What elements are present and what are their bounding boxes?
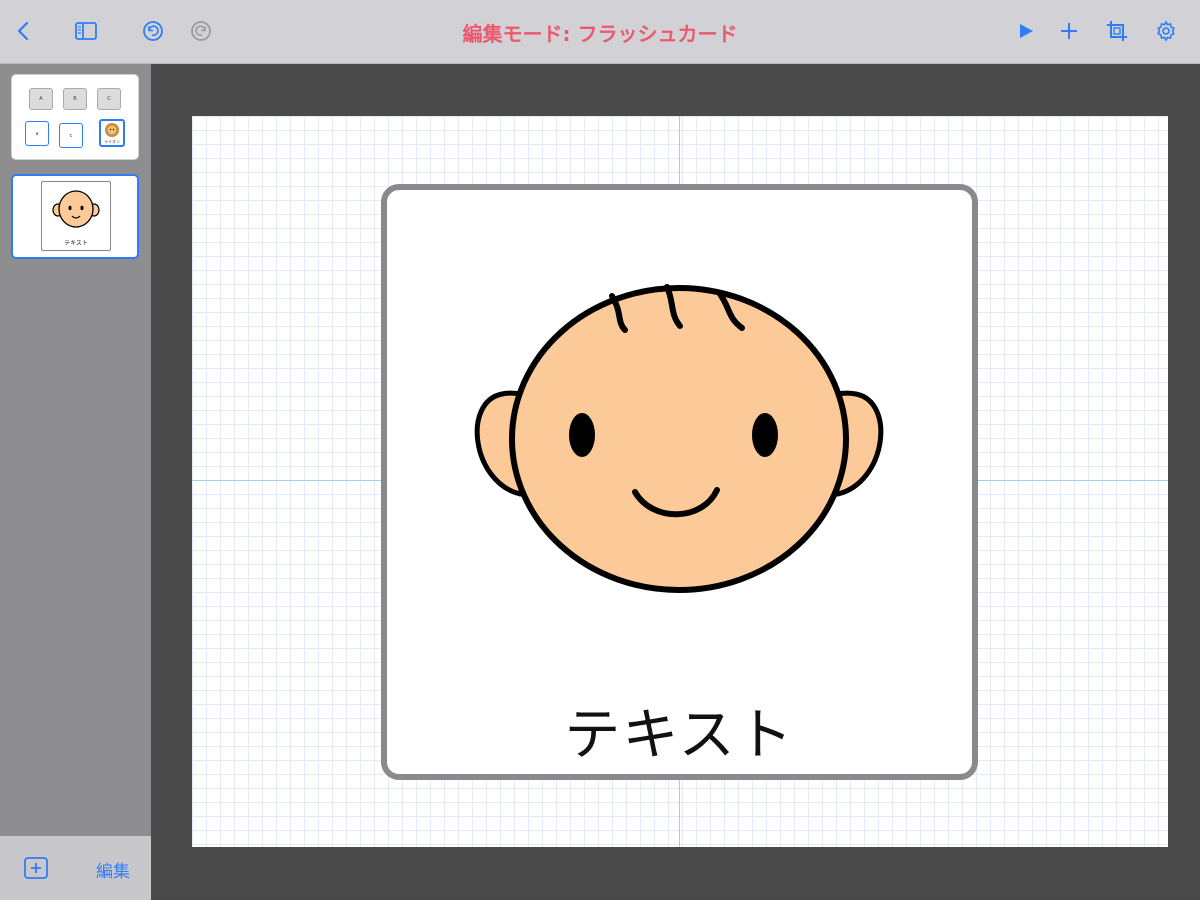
- mini-flashcard: テキスト: [41, 181, 111, 251]
- mini-flashcard-label: テキスト: [64, 240, 88, 247]
- sidebar-toggle-icon: [75, 22, 97, 40]
- crop-icon: [1107, 21, 1127, 41]
- play-button[interactable]: [1010, 15, 1042, 47]
- add-button[interactable]: [1053, 15, 1085, 47]
- mini-key-c: C: [97, 88, 121, 110]
- flashcard-label[interactable]: テキスト: [387, 690, 972, 771]
- redo-button[interactable]: [185, 15, 217, 47]
- redo-icon: [191, 21, 211, 41]
- sidebar-footer: 編集: [0, 836, 151, 900]
- mini-key-b: B: [63, 88, 87, 110]
- mini-key-a: A: [29, 88, 53, 110]
- undo-icon: [143, 21, 163, 41]
- undo-button[interactable]: [137, 15, 169, 47]
- face-icon: [52, 190, 100, 228]
- back-button[interactable]: [8, 15, 40, 47]
- mini-image-label: ライオン: [104, 139, 120, 144]
- settings-icon: [1157, 20, 1175, 42]
- editor-canvas[interactable]: テキスト: [192, 116, 1168, 847]
- face-illustration[interactable]: [462, 282, 896, 594]
- mini-box-a: a: [25, 121, 49, 146]
- settings-button[interactable]: [1150, 15, 1182, 47]
- lion-icon: [105, 123, 119, 137]
- page-thumbnail-1[interactable]: A B C a c ライオン: [11, 74, 139, 160]
- back-icon: [17, 21, 29, 41]
- top-toolbar: 編集モード: フラッシュカード: [0, 0, 1200, 64]
- mini-image-card: ライオン: [99, 119, 125, 147]
- flashcard[interactable]: テキスト: [381, 184, 978, 780]
- edit-button[interactable]: 編集: [96, 857, 130, 882]
- page-thumbnail-2[interactable]: テキスト: [11, 174, 139, 259]
- page-sidebar: A B C a c ライオン テキスト 編集: [0, 64, 151, 900]
- add-icon: [1061, 23, 1077, 39]
- add-page-button[interactable]: [23, 856, 49, 880]
- mini-box-c: c: [59, 123, 83, 148]
- add-square-icon: [24, 857, 48, 879]
- sidebar-toggle-button[interactable]: [70, 15, 102, 47]
- crop-button[interactable]: [1101, 15, 1133, 47]
- play-icon: [1020, 24, 1033, 38]
